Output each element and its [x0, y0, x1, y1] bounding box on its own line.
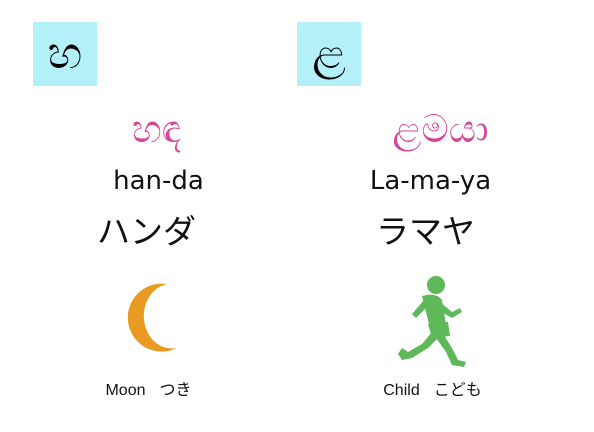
letter-card-ha: හ හඳ han-da ハンダ Moon つき	[0, 0, 297, 432]
sinhala-letter: ළ	[312, 28, 346, 79]
caption-english: Child	[383, 382, 420, 399]
katakana-word: ラマヤ	[376, 212, 475, 251]
letter-box: හ	[33, 22, 97, 86]
romanized-word: La-ma-ya	[369, 166, 492, 196]
moon-icon	[127, 283, 177, 352]
running-child-icon	[398, 276, 466, 367]
caption: Moon つき	[0, 381, 297, 401]
caption-japanese: つき	[159, 382, 192, 399]
letter-box: ළ	[297, 22, 361, 86]
sinhala-letter: හ	[47, 28, 83, 79]
caption: Child こども	[284, 381, 581, 401]
sinhala-word: හඳ	[131, 107, 182, 151]
caption-japanese: こども	[433, 382, 482, 399]
romanized-word: han-da	[113, 166, 204, 196]
sinhala-word: ළමයා	[392, 107, 489, 151]
katakana-word: ハンダ	[97, 212, 196, 251]
caption-english: Moon	[105, 382, 146, 399]
